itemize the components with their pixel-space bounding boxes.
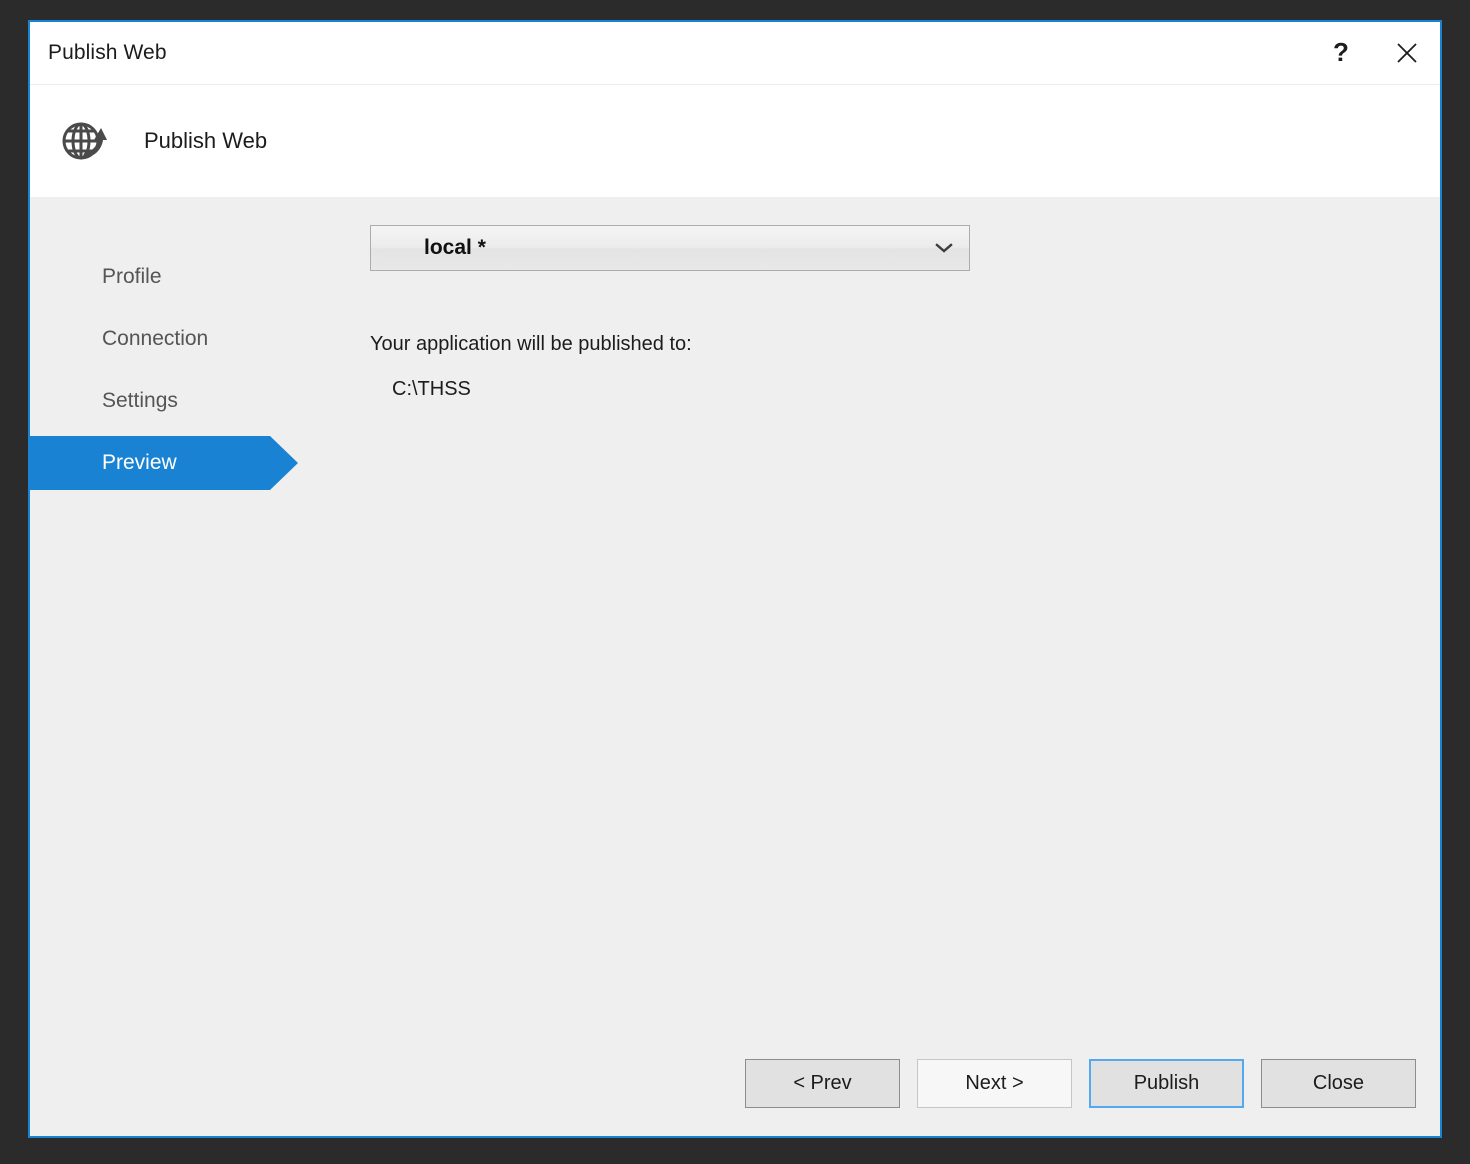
help-button[interactable]: ? (1308, 22, 1374, 84)
publish-destination-path: C:\THSS (392, 378, 471, 400)
chevron-down-icon (935, 243, 953, 253)
publish-button[interactable]: Publish (1089, 1059, 1244, 1108)
sidebar-item-label: Preview (102, 451, 177, 474)
sidebar-item-label: Settings (102, 389, 178, 412)
window-title: Publish Web (48, 41, 167, 64)
globe-publish-icon (62, 122, 107, 160)
sidebar-item-profile[interactable]: Profile (30, 250, 370, 304)
publish-web-dialog: Publish Web ? Publish Web Profile Connec… (28, 20, 1442, 1138)
preview-pane: local * Your application will be publish… (370, 197, 1440, 1136)
dialog-footer: < Prev Next > Publish Close (745, 1059, 1416, 1108)
publish-profile-value: local * (424, 236, 486, 259)
header-title: Publish Web (144, 128, 268, 153)
next-button[interactable]: Next > (917, 1059, 1072, 1108)
window-controls: ? (1308, 22, 1440, 84)
sidebar-item-settings[interactable]: Settings (30, 374, 370, 428)
sidebar-item-label: Connection (102, 327, 209, 350)
title-bar: Publish Web ? (30, 22, 1440, 85)
prev-button[interactable]: < Prev (745, 1059, 900, 1108)
dialog-body: Profile Connection Settings Preview loca… (30, 197, 1440, 1136)
dialog-header: Publish Web (30, 85, 1440, 197)
close-button[interactable]: Close (1261, 1059, 1416, 1108)
sidebar-item-preview[interactable]: Preview (30, 436, 298, 490)
publish-destination-label: Your application will be published to: (370, 333, 692, 355)
close-window-button[interactable] (1374, 22, 1440, 84)
publish-profile-dropdown[interactable]: local * (370, 225, 970, 271)
sidebar-item-connection[interactable]: Connection (30, 312, 370, 366)
close-icon (1397, 43, 1417, 63)
wizard-steps-sidebar: Profile Connection Settings Preview (30, 197, 370, 1136)
sidebar-item-label: Profile (102, 265, 162, 288)
